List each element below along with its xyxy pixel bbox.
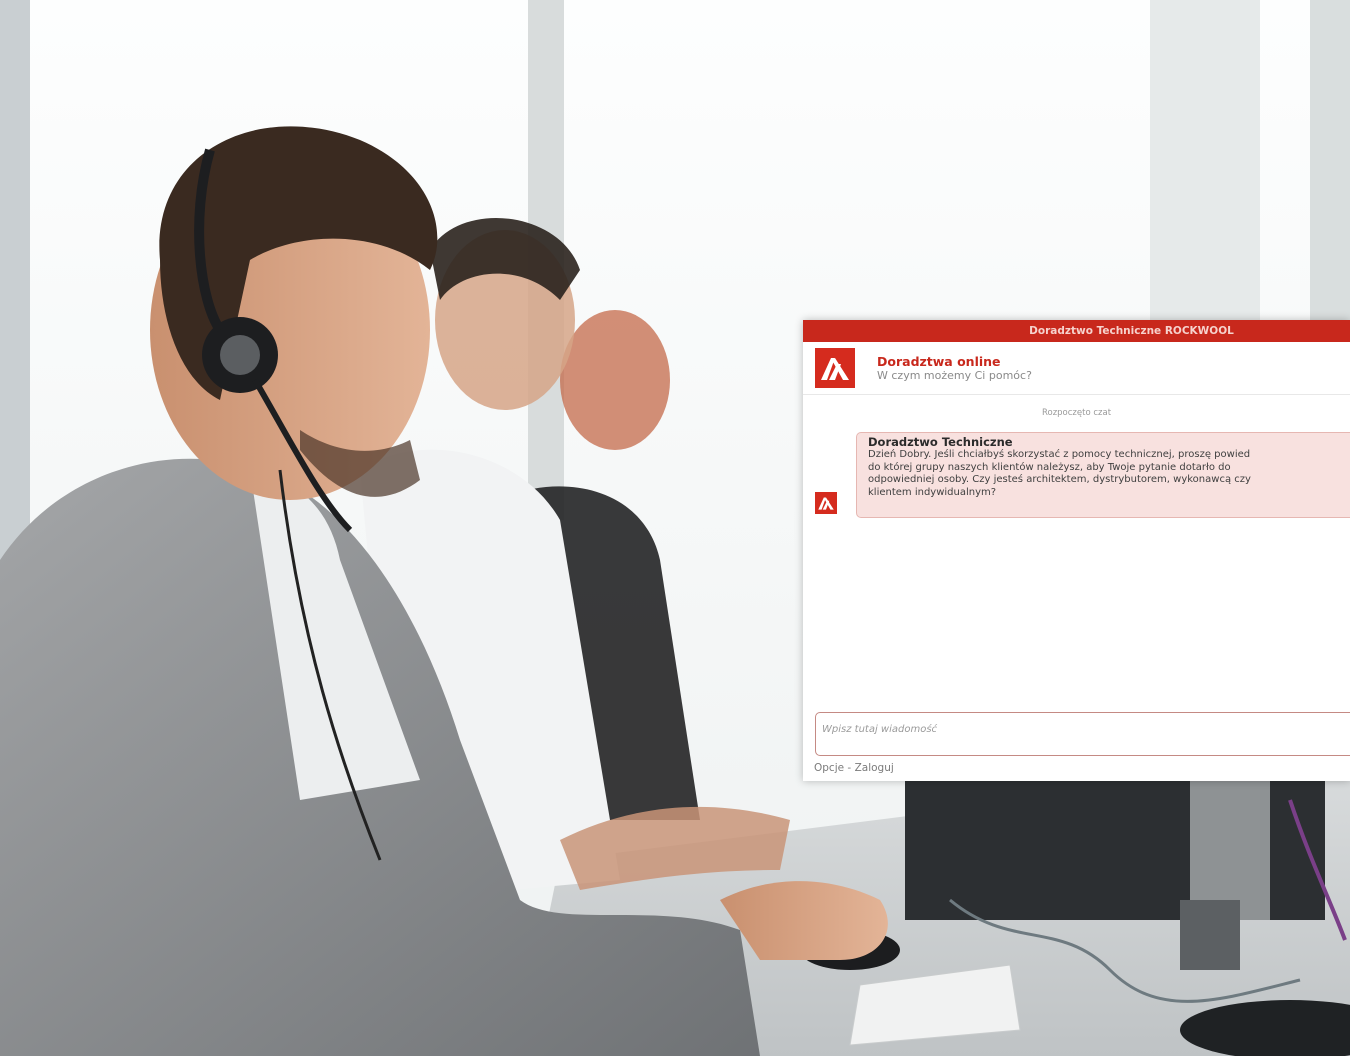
chat-footer: Opcje - Zaloguj bbox=[814, 762, 894, 774]
rockwool-avatar-mark bbox=[818, 497, 834, 510]
rockwool-logo-icon bbox=[815, 348, 855, 388]
rockwool-logo-mark bbox=[821, 358, 849, 380]
message-line: odpowiedniej osoby. Czy jesteś architekt… bbox=[868, 474, 1251, 485]
message-sender: Doradztwo Techniczne bbox=[868, 435, 1013, 449]
agent-avatar-icon bbox=[815, 492, 837, 514]
message-input-container bbox=[815, 712, 1350, 756]
message-line: klientem indywidualnym? bbox=[868, 486, 997, 498]
footer-separator: - bbox=[844, 762, 855, 774]
header-title: Doradztwa online bbox=[877, 354, 1001, 369]
login-link[interactable]: Zaloguj bbox=[855, 762, 894, 774]
agent-message-bubble: Doradztwo Techniczne Dzień Dobry. Jeśli … bbox=[856, 432, 1350, 518]
message-text: Dzień Dobry. Jeśli chciałbyś skorzystać … bbox=[868, 449, 1350, 499]
header-subtitle: W czym możemy Ci pomóc? bbox=[877, 369, 1032, 382]
message-line: do której grupy naszych klientów należys… bbox=[868, 461, 1231, 473]
message-line: Dzień Dobry. Jeśli chciałbyś skorzystać … bbox=[868, 449, 1251, 460]
options-link[interactable]: Opcje bbox=[814, 762, 844, 774]
chat-header: Doradztwa online W czym możemy Ci pomóc? bbox=[803, 342, 1350, 395]
chat-widget: Doradztwo Techniczne ROCKWOOL Doradztwa … bbox=[803, 320, 1350, 781]
message-input[interactable] bbox=[816, 713, 1350, 755]
chat-started-status: Rozpoczęto czat bbox=[1041, 408, 1112, 418]
chat-title-bar[interactable]: Doradztwo Techniczne ROCKWOOL bbox=[803, 320, 1350, 342]
